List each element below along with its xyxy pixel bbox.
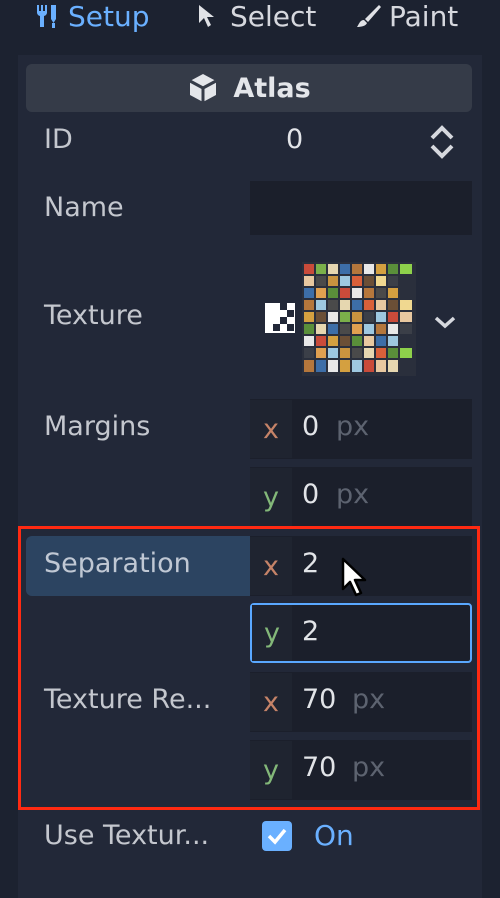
select-tab[interactable]: Select	[196, 0, 317, 33]
spin-arrows-icon[interactable]	[428, 124, 456, 160]
texture-label: Texture	[44, 300, 143, 331]
margins-y-unit: px	[336, 479, 370, 510]
texture-region-label: Texture Re...	[44, 684, 212, 715]
margins-x-value: 0	[302, 411, 320, 442]
texture-region-x-value: 70	[302, 684, 337, 715]
use-texture-padding-label: Use Textur...	[44, 820, 210, 851]
cursor-arrow-icon	[199, 5, 214, 27]
texture-region-y-axis-label: y	[250, 741, 292, 799]
separation-x-axis-label: x	[250, 537, 292, 595]
atlas-title: Atlas	[233, 72, 311, 104]
name-field[interactable]	[250, 181, 472, 235]
separation-x-value: 2	[302, 548, 320, 579]
select-label: Select	[230, 0, 317, 33]
id-value: 0	[286, 124, 304, 155]
use-texture-padding-value: On	[314, 819, 354, 852]
texture-preview-thumbnail[interactable]	[302, 262, 416, 376]
checker-texture-icon	[265, 303, 295, 333]
atlas-section-header[interactable]: Atlas	[26, 64, 472, 112]
mouse-cursor-icon	[341, 557, 367, 597]
paint-label: Paint	[389, 0, 459, 33]
chevron-down-icon[interactable]	[432, 312, 458, 332]
texture-region-x-unit: px	[352, 684, 386, 715]
texture-region-y-unit: px	[352, 752, 386, 783]
separation-y-axis-label: y	[252, 605, 292, 661]
id-label: ID	[44, 124, 73, 155]
margins-y-value: 0	[302, 479, 320, 510]
texture-region-y-value: 70	[302, 752, 337, 783]
toolbar: Setup Select Paint	[0, 0, 500, 40]
margins-x-unit: px	[336, 411, 370, 442]
paint-tab[interactable]: Paint	[355, 0, 459, 33]
margins-label: Margins	[44, 411, 151, 442]
separation-label: Separation	[44, 548, 191, 579]
name-label: Name	[44, 192, 124, 223]
cube-icon	[189, 74, 218, 102]
brush-icon	[357, 5, 381, 27]
setup-tab[interactable]: Setup	[34, 0, 150, 33]
checkmark-icon	[267, 828, 287, 845]
margins-x-axis-label: x	[250, 400, 292, 458]
use-texture-padding-checkbox[interactable]	[262, 821, 292, 851]
wrench-icon	[37, 5, 56, 28]
texture-region-x-axis-label: x	[250, 673, 292, 731]
separation-y-value: 2	[302, 616, 320, 647]
margins-y-axis-label: y	[250, 468, 292, 526]
setup-label: Setup	[68, 0, 150, 33]
